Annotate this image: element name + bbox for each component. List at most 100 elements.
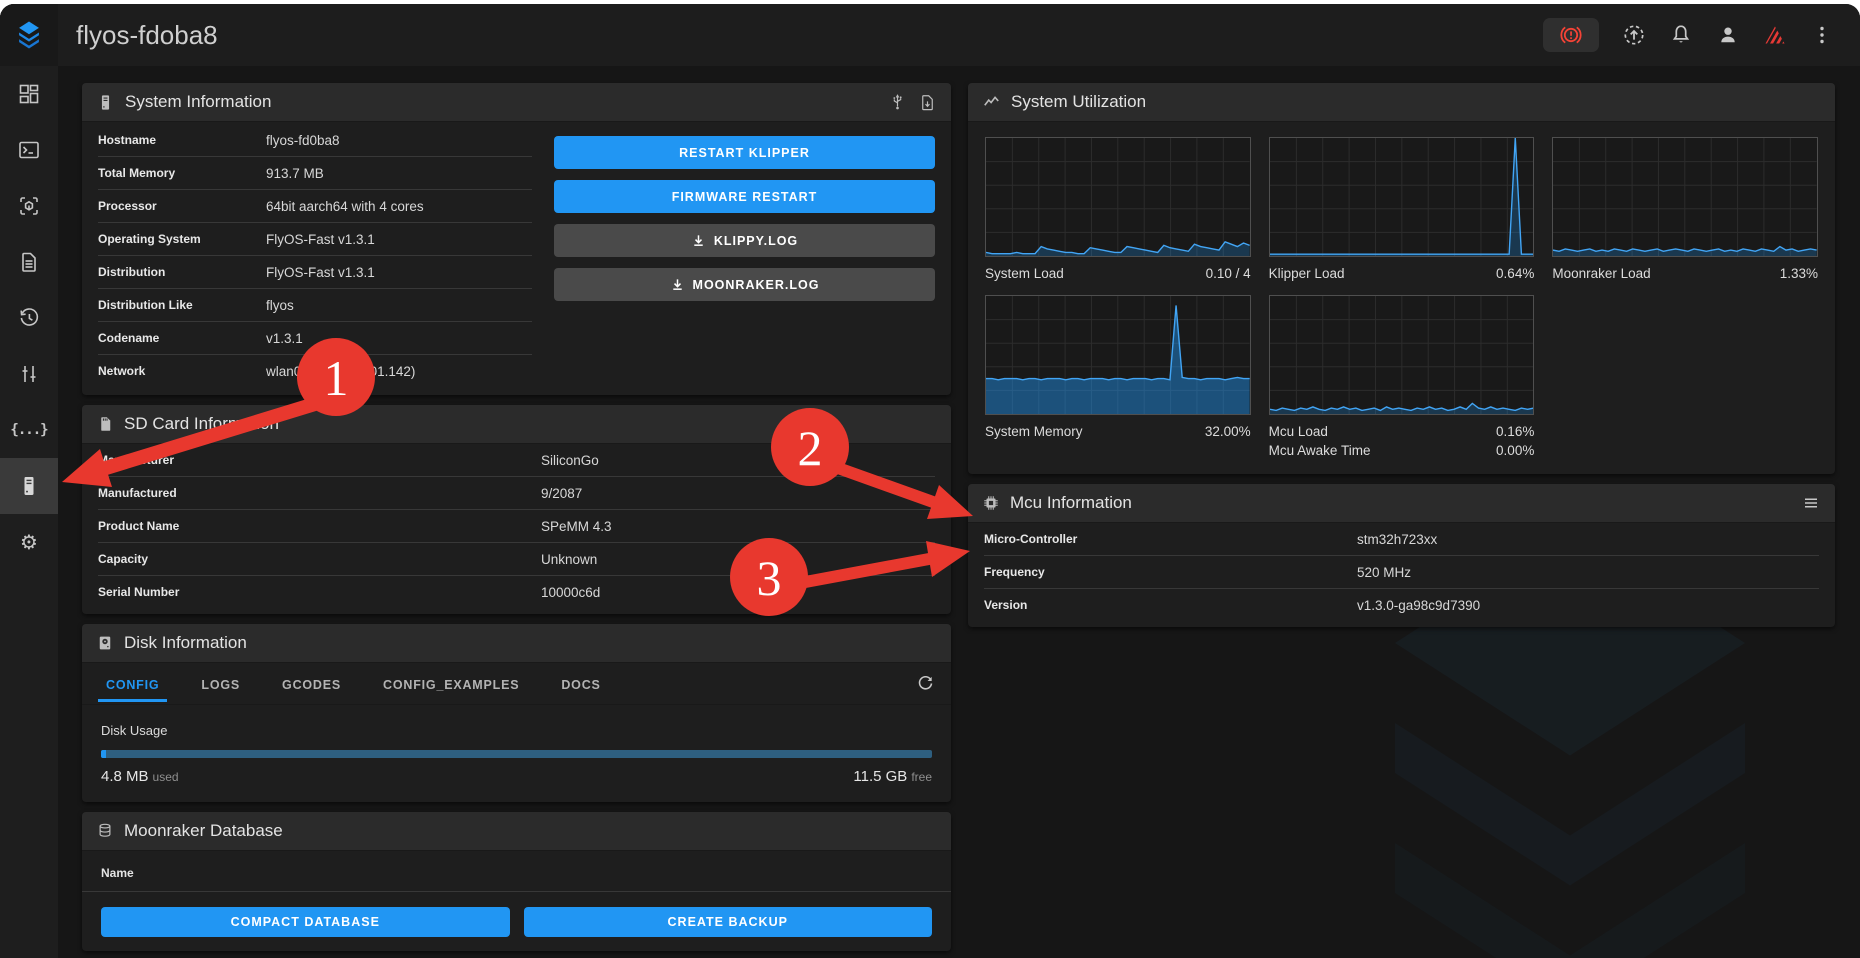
system-information-table: Hostnameflyos-fd0ba8 Total Memory913.7 M…: [98, 124, 532, 387]
software-update-button[interactable]: [1622, 23, 1646, 47]
mcu-information-table: Micro-Controllerstm32h723xx Frequency520…: [968, 523, 1835, 627]
table-row: Product NameSPeMM 4.3: [98, 510, 935, 543]
card-title: Disk Information: [124, 633, 247, 653]
mcu-load-chart: [1269, 295, 1535, 415]
disk-information-card: Disk Information CONFIG LOGS GCODES CONF…: [82, 624, 951, 802]
empty-monitor-slot: [1552, 295, 1818, 458]
overflow-menu-button[interactable]: [1810, 23, 1834, 47]
disk-usage-bar-used: [101, 750, 106, 758]
file-document-icon: [17, 250, 41, 274]
sd-card-header: SD Card Information: [82, 405, 951, 444]
sidebar-item-settings[interactable]: ⚙: [0, 514, 58, 570]
system-memory-monitor: System Memory32.00%: [985, 295, 1251, 458]
notifications-button[interactable]: [1669, 23, 1693, 47]
account-button[interactable]: [1716, 23, 1740, 47]
create-backup-button[interactable]: CREATE BACKUP: [524, 907, 933, 937]
table-row: Operating SystemFlyOS-Fast v1.3.1: [98, 223, 532, 256]
database-name-column-header: Name: [82, 851, 951, 892]
system-utilization-card: System Utilization System Load0.10 / 4 K…: [968, 83, 1835, 474]
sidebar-item-configure[interactable]: {...}: [0, 402, 58, 458]
main-content: System Information: [58, 66, 1860, 958]
sd-card-icon: [96, 415, 114, 433]
tab-config[interactable]: CONFIG: [98, 665, 167, 702]
sidebar-item-system[interactable]: [0, 458, 58, 514]
sidebar-item-dashboard[interactable]: [0, 66, 58, 122]
system-information-body: Hostnameflyos-fd0ba8 Total Memory913.7 M…: [82, 122, 951, 395]
sidebar-item-preview[interactable]: [0, 178, 58, 234]
mcu-information-header: Mcu Information: [968, 484, 1835, 523]
tune-icon: [17, 362, 41, 386]
bell-icon: [1669, 23, 1693, 47]
refresh-icon: [916, 674, 935, 693]
file-restore-button[interactable]: [917, 92, 937, 112]
disk-information-header: Disk Information: [82, 624, 951, 663]
tab-config-examples[interactable]: CONFIG_EXAMPLES: [375, 665, 527, 702]
table-row: Manufactured9/2087: [98, 477, 935, 510]
progress-upload-icon: [1622, 23, 1646, 47]
usb-devices-button[interactable]: [887, 92, 907, 112]
emergency-stop-button[interactable]: [1543, 18, 1599, 52]
layers-logo-icon: [12, 18, 46, 52]
moonraker-load-monitor: Moonraker Load1.33%: [1552, 137, 1818, 281]
sidebar-item-tune[interactable]: [0, 346, 58, 402]
sidebar-item-history[interactable]: [0, 290, 58, 346]
system-information-card: System Information: [82, 83, 951, 395]
table-row: Micro-Controllerstm32h723xx: [984, 523, 1819, 556]
server-tower-icon: [96, 93, 115, 112]
tab-gcodes[interactable]: GCODES: [274, 665, 349, 702]
table-row: Serial Number10000c6d: [98, 576, 935, 608]
card-title: System Information: [125, 92, 271, 112]
printer-3d-scan-icon: [17, 194, 41, 218]
sd-card-table: ManufacturerSiliconGo Manufactured9/2087…: [82, 444, 951, 614]
red-triangle-logo-icon: [1763, 22, 1787, 48]
hard-disk-icon: [96, 634, 114, 652]
person-icon: [1716, 23, 1740, 47]
dashboard-icon: [17, 82, 41, 106]
disk-tabs: CONFIG LOGS GCODES CONFIG_EXAMPLES DOCS: [82, 663, 951, 705]
usb-icon: [888, 93, 907, 112]
table-row: ManufacturerSiliconGo: [98, 444, 935, 477]
sidebar-item-console[interactable]: [0, 122, 58, 178]
table-row: Hostnameflyos-fd0ba8: [98, 124, 532, 157]
table-row: Total Memory913.7 MB: [98, 157, 532, 190]
page-title: flyos-fdoba8: [76, 20, 218, 51]
moonraker-log-button[interactable]: MOONRAKER.LOG: [554, 268, 935, 301]
compact-database-button[interactable]: COMPACT DATABASE: [101, 907, 510, 937]
restart-klipper-button[interactable]: RESTART KLIPPER: [554, 136, 935, 169]
brake-alert-icon: [1559, 23, 1583, 47]
mcu-menu-button[interactable]: [1801, 493, 1821, 513]
card-title: Mcu Information: [1010, 493, 1132, 513]
history-icon: [17, 306, 41, 330]
tab-docs[interactable]: DOCS: [553, 665, 608, 702]
card-title: SD Card Information: [124, 414, 279, 434]
download-icon: [691, 233, 706, 248]
sidebar-item-jobs[interactable]: [0, 234, 58, 290]
brand-logo[interactable]: [1763, 23, 1787, 47]
server-tower-icon: [17, 474, 41, 498]
chart-line-icon: [982, 93, 1001, 112]
system-load-chart: [985, 137, 1251, 257]
topbar-actions: [1543, 18, 1860, 52]
code-braces-icon: {...}: [10, 422, 47, 438]
system-actions: RESTART KLIPPER FIRMWARE RESTART KLIPPY.…: [532, 124, 935, 387]
system-memory-chart: [985, 295, 1251, 415]
app-logo[interactable]: [0, 4, 58, 66]
download-icon: [670, 277, 685, 292]
top-bar: flyos-fdoba8: [0, 4, 1860, 66]
firmware-restart-button[interactable]: FIRMWARE RESTART: [554, 180, 935, 213]
klippy-log-button[interactable]: KLIPPY.LOG: [554, 224, 935, 257]
sd-card-information-card: SD Card Information ManufacturerSiliconG…: [82, 405, 951, 614]
refresh-button[interactable]: [915, 674, 935, 694]
console-icon: [17, 138, 41, 162]
moonraker-database-card: Moonraker Database Name COMPACT DATABASE…: [82, 812, 951, 951]
disk-usage-bar: [101, 750, 932, 758]
left-column: System Information: [82, 83, 951, 958]
right-column: System Utilization System Load0.10 / 4 K…: [968, 83, 1835, 637]
file-restore-icon: [918, 93, 937, 112]
table-row: Codenamev1.3.1: [98, 322, 532, 355]
moonraker-database-header: Moonraker Database: [82, 812, 951, 851]
tab-logs[interactable]: LOGS: [193, 665, 248, 702]
disk-free: 11.5 GBfree: [853, 768, 932, 786]
klipper-load-monitor: Klipper Load0.64%: [1269, 137, 1535, 281]
card-title: System Utilization: [1011, 92, 1146, 112]
